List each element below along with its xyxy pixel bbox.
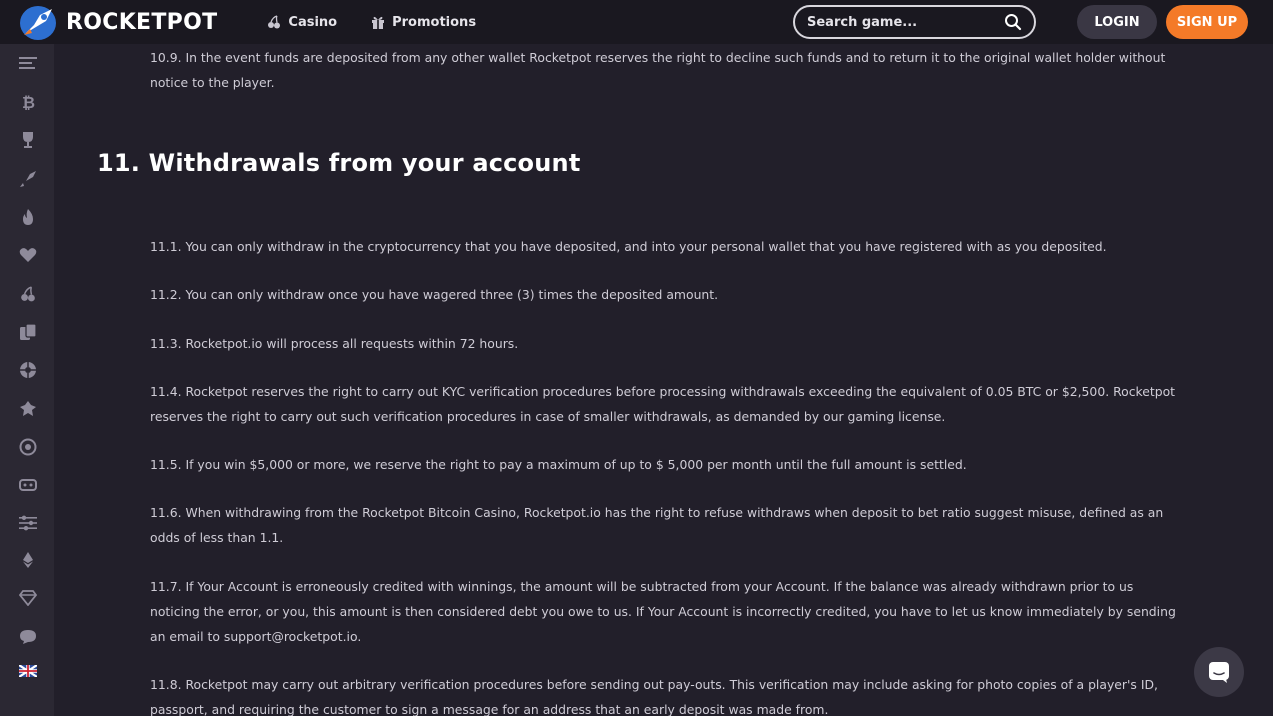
poker-chip-icon[interactable] [17,398,39,420]
nav-casino[interactable]: Casino [267,15,337,30]
search-input[interactable] [807,14,1004,30]
coin-icon[interactable] [17,436,39,458]
roulette-icon[interactable] [17,359,39,381]
brand-name: ROCKETPOT [66,9,218,35]
fire-icon[interactable] [17,206,39,228]
rocket-icon[interactable] [17,168,39,190]
main-nav: Casino Promotions [267,15,510,30]
paragraph-11-6: 11.6. When withdrawing from the Rocketpo… [150,505,1164,545]
diamond-icon[interactable] [17,587,39,609]
rocket-logo-icon [18,3,58,41]
paragraph-11-1: 11.1. You can only withdraw in the crypt… [150,239,1107,254]
trophy-icon[interactable] [17,129,39,151]
nav-promotions[interactable]: Promotions [371,15,476,30]
signup-button[interactable]: SIGN UP [1166,5,1248,39]
sidebar: ₿ [0,44,54,716]
ticket-icon[interactable] [17,474,39,496]
svg-text:₿: ₿ [22,93,35,111]
sliders-icon[interactable] [17,512,39,534]
terms-content: 10.9. In the event funds are deposited f… [54,44,1273,716]
cards-icon[interactable] [17,321,39,343]
search-icon[interactable] [1004,13,1022,31]
gift-icon [372,16,385,29]
paragraph-11-8: 11.8. Rocketpot may carry out arbitrary … [150,677,1158,716]
live-chat-button[interactable] [1194,647,1244,697]
paragraph-11-7: 11.7. If Your Account is erroneously cre… [150,579,1176,644]
ethereum-icon[interactable] [17,549,39,571]
paragraph-11-2: 11.2. You can only withdraw once you hav… [150,287,719,302]
menu-icon[interactable] [17,52,39,74]
chat-bubble-icon [1209,662,1229,683]
paragraph-11-5: 11.5. If you win $5,000 or more, we rese… [150,457,967,472]
nav-promotions-label: Promotions [392,14,477,30]
top-navbar: ROCKETPOT Casino Promotions LOG [0,0,1273,44]
paragraph-10-9: 10.9. In the event funds are deposited f… [150,50,1166,90]
nav-casino-label: Casino [288,14,338,30]
logo[interactable]: ROCKETPOT [18,3,217,41]
uk-flag-icon[interactable] [17,660,39,682]
bitcoin-icon[interactable]: ₿ [17,91,39,113]
cherries-icon[interactable] [17,283,39,305]
paragraph-11-4: 11.4. Rocketpot reserves the right to ca… [150,384,1176,424]
search-box[interactable] [793,5,1036,39]
login-button[interactable]: LOGIN [1077,5,1157,39]
chat-icon[interactable] [17,626,39,648]
paragraph-11-3: 11.3. Rocketpot.io will process all requ… [150,336,519,351]
heart-icon[interactable] [17,244,39,266]
cherries-icon [268,15,281,29]
section-heading: 11. Withdrawals from your account [97,149,581,177]
